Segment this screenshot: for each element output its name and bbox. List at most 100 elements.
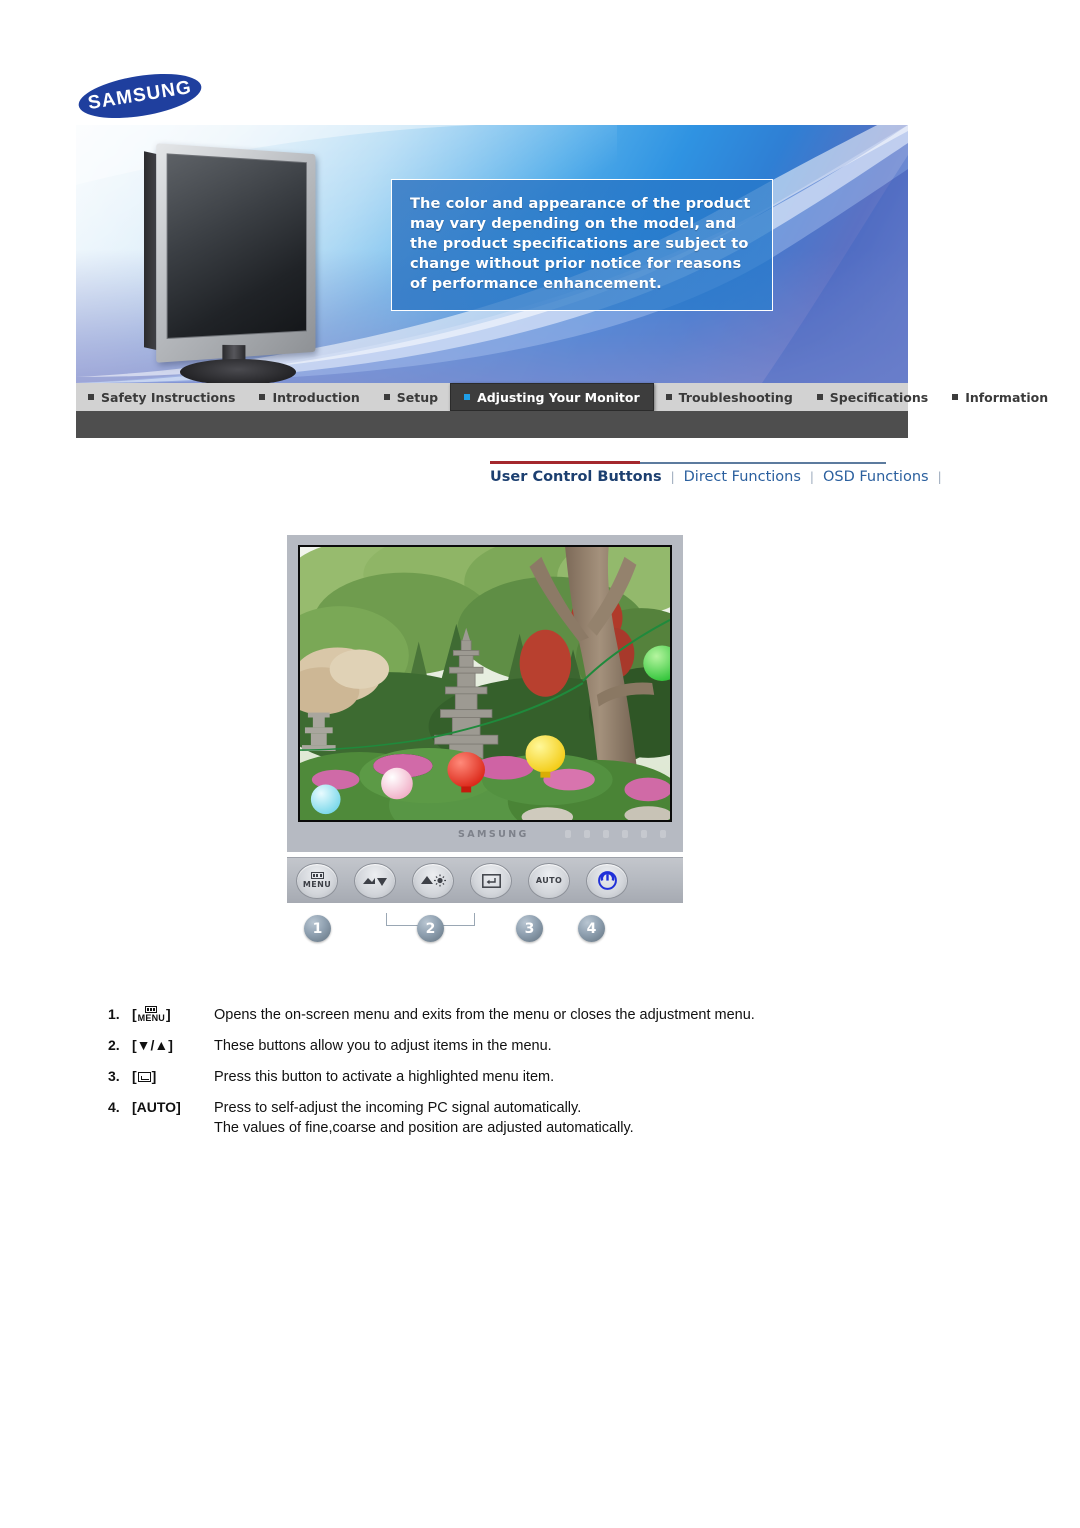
banner-monitor-illustration [118,143,348,383]
power-icon [597,871,617,890]
monitor-screen [166,153,307,339]
menu-glyph [310,872,324,879]
tab-information[interactable]: Information [940,383,1060,411]
menu-icon: MENU [303,872,331,889]
down-button[interactable] [354,862,396,899]
subnav-separator: | [937,470,942,484]
rule-blue-segment [640,462,886,464]
subnav-direct-functions[interactable]: Direct Functions [684,469,801,485]
description-row-1: 1. [ MENU ] Opens the on-screen menu and… [108,1005,908,1025]
item-number: 3. [108,1068,120,1084]
button-description-list: 1. [ MENU ] Opens the on-screen menu and… [108,1005,908,1149]
callout-1: 1 [304,915,331,942]
tab-setup[interactable]: Setup [372,383,450,411]
sub-nav-rule [490,461,886,464]
item-description-group: Press to self-adjust the incoming PC sig… [214,1098,908,1138]
monitor-control-button-bar: MENU AUTO [287,857,683,903]
item-key-menu: [ MENU ] [132,1005,214,1024]
tab-adjusting-your-monitor[interactable]: Adjusting Your Monitor [450,383,654,411]
subnav-user-control-buttons[interactable]: User Control Buttons [490,469,662,485]
tab-specifications[interactable]: Specifications [805,383,940,411]
indicator-dot [622,830,628,838]
bullet-icon [383,394,390,400]
subnav-separator: | [670,470,675,484]
item-description: Opens the on-screen menu and exits from … [214,1007,755,1023]
item-description: These buttons allow you to adjust items … [214,1038,552,1054]
power-button[interactable] [586,862,628,899]
tab-label: Introduction [272,389,360,405]
description-row-4: 4. [AUTO] Press to self-adjust the incom… [108,1098,908,1138]
monitor-bezel [156,143,316,363]
rule-red-segment [490,461,640,464]
tab-label: Specifications [829,389,929,405]
subnav-separator: | [809,470,814,484]
auto-button-label: AUTO [535,875,563,885]
callout-3: 3 [516,915,543,942]
bullet-icon [952,394,959,400]
tab-label: Troubleshooting [678,389,793,405]
indicator-dot [641,830,647,838]
item-description: Press this button to activate a highligh… [214,1069,555,1085]
up-brightness-button[interactable] [412,862,454,899]
tab-label: Information [965,389,1049,405]
down-arrow-icon [363,877,387,886]
bullet-icon [464,394,471,400]
monitor-panel-bezel: SAMSUNG [287,535,683,852]
product-notice-box: The color and appearance of the product … [391,179,773,311]
header-banner: The color and appearance of the product … [76,125,908,383]
callout-numbers: 1 2 3 4 [287,907,683,955]
navigation-under-bar [76,411,908,438]
tab-safety-instructions[interactable]: Safety Instructions [76,383,247,411]
item-description: Press to self-adjust the incoming PC sig… [214,1100,582,1116]
item-number: 2. [108,1037,120,1053]
bracket-close: ] [151,1068,157,1084]
indicator-dot [660,830,666,838]
monitor-front-figure: SAMSUNG MENU AUTO 1 2 3 4 [287,535,683,942]
menu-glyph [145,1006,158,1013]
tab-label: Setup [396,389,439,405]
item-number: 4. [108,1099,120,1115]
callout-2: 2 [417,915,444,942]
samsung-logo: SAMSUNG [75,66,205,126]
monitor-stand-base [180,359,296,383]
indicator-dot [584,830,590,838]
bullet-icon [665,394,672,400]
item-key-arrows: [▼/▲] [132,1037,173,1053]
garden-photo [300,547,670,820]
indicator-dot [603,830,609,838]
tab-troubleshooting[interactable]: Troubleshooting [654,383,805,411]
subnav-osd-functions[interactable]: OSD Functions [823,469,929,485]
indicator-dot [565,830,571,838]
menu-button[interactable]: MENU [296,862,338,899]
callout-4: 4 [578,915,605,942]
tab-label: Adjusting Your Monitor [477,389,640,405]
product-notice-text: The color and appearance of the product … [410,195,751,292]
enter-button[interactable] [470,862,512,899]
enter-icon [481,873,501,888]
bracket-open: [ [132,1006,137,1022]
auto-button[interactable]: AUTO [528,862,570,899]
sub-nav-links: User Control Buttons | Direct Functions … [490,469,951,485]
main-navigation-bar[interactable]: Safety Instructions Introduction Setup A… [76,383,1048,411]
panel-brand-row: SAMSUNG [298,824,672,844]
description-row-2: 2. [▼/▲] These buttons allow you to adju… [108,1036,908,1056]
up-arrow-brightness-icon [420,874,446,887]
menu-button-label: MENU [302,880,332,889]
bullet-icon [816,394,823,400]
item-key-enter: [ ] [132,1067,214,1086]
item-number: 1. [108,1006,120,1022]
description-row-3: 3. [ ] Press this button to activate a h… [108,1067,908,1087]
bracket-open: [ [132,1068,137,1084]
bracket-close: ] [165,1006,171,1022]
panel-brand-label: SAMSUNG [458,828,529,840]
bullet-icon [259,394,266,400]
menu-key-icon: MENU [138,1006,165,1023]
sub-navigation[interactable]: User Control Buttons | Direct Functions … [490,461,942,495]
logo-wordmark: SAMSUNG [86,76,194,115]
item-key-auto: [AUTO] [132,1099,181,1115]
panel-button-indicators [565,830,672,838]
menu-key-label: MENU [137,1013,165,1023]
monitor-panel-screen [298,545,672,822]
enter-key-icon [137,1071,151,1082]
tab-introduction[interactable]: Introduction [247,383,371,411]
